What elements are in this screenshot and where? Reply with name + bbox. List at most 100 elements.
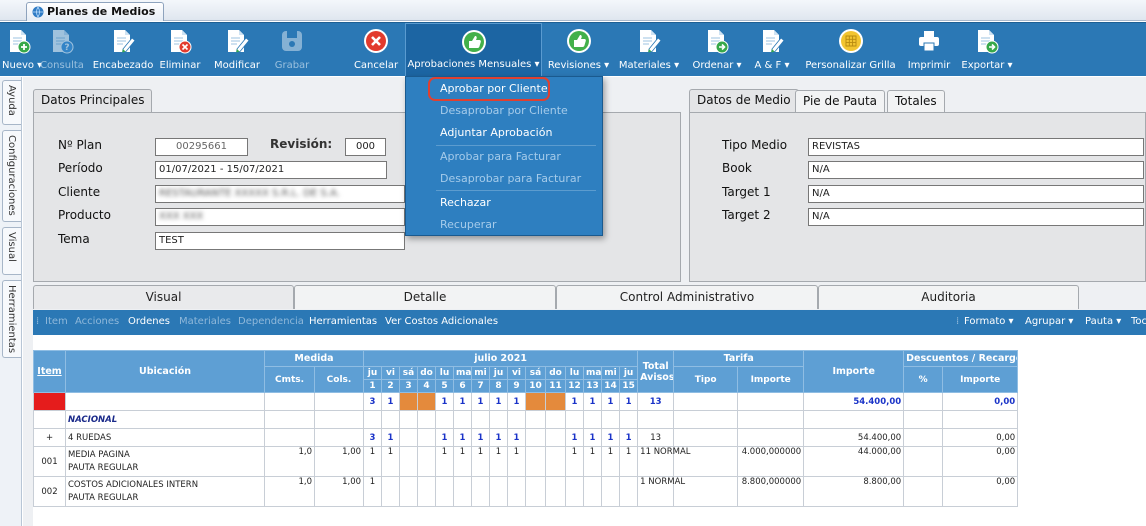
toolbar-formato[interactable]: Formato ▾ <box>964 316 1014 327</box>
day-cell: 1 <box>601 428 621 447</box>
side-tab-configuraciones[interactable]: Configuraciones <box>2 130 21 222</box>
col-header-item[interactable]: Item <box>33 350 66 393</box>
ribbon-button-revisiones[interactable]: Revisiones ▾ <box>545 23 612 77</box>
tab-datos-de-medio[interactable]: Datos de Medio <box>689 89 799 113</box>
tab-visual[interactable]: Visual <box>33 285 294 309</box>
day-cell: 3 <box>363 428 383 447</box>
day-cell: 1 <box>363 476 383 507</box>
cliente-field[interactable]: RESTAURANTE XXXXX S.R.L. DE S.A. <box>155 185 405 203</box>
query-doc-icon: ? <box>49 28 75 54</box>
importe-cell: 54.400,00 <box>803 428 905 447</box>
tarifa-cell: 8.800,000000 <box>737 476 805 507</box>
avisos-cell: 13 <box>637 428 675 447</box>
toolbar-ver-costos[interactable]: Ver Costos Adicionales <box>385 316 498 327</box>
day-cell <box>399 446 419 477</box>
app-tab-planes-de-medios[interactable]: Planes de Medios <box>26 2 165 21</box>
ribbon-button-encabezado[interactable]: Encabezado <box>91 23 155 77</box>
day-cell: 1 <box>435 392 455 411</box>
toolbar-item[interactable]: Item <box>45 316 68 327</box>
tab-label: Datos de Medio <box>697 93 791 107</box>
ribbon-button-aprobaciones-mensuales[interactable]: Aprobaciones Mensuales ▾ <box>405 23 542 77</box>
col-header-weekday: mi <box>471 366 491 380</box>
producto-field[interactable]: XXX XXX <box>155 208 405 226</box>
ribbon-button-imprimir[interactable]: Imprimir <box>903 23 955 77</box>
tab-pie-de-pauta[interactable]: Pie de Pauta <box>795 90 886 112</box>
ribbon-button-label: Ordenar ▾ <box>692 60 742 71</box>
table-row[interactable]: 001 MEDIA PAGINA PAUTA REGULAR 1,0 1,00 1 1 1 1 1… <box>33 446 1019 477</box>
export-doc-icon <box>974 28 1000 54</box>
tab-auditoria[interactable]: Auditoria <box>818 285 1079 309</box>
side-tab-ayuda[interactable]: Ayuda <box>2 80 21 125</box>
ribbon-button-modificar[interactable]: Modificar <box>207 23 267 77</box>
toolbar-ordenes[interactable]: Ordenes <box>128 316 170 327</box>
periodo-label: Período <box>58 161 103 175</box>
toolbar-herramientas[interactable]: Herramientas <box>309 316 377 327</box>
col-header-tipo: Tipo <box>673 366 739 393</box>
col-header-day: 7 <box>471 379 491 393</box>
tab-control-administrativo[interactable]: Control Administrativo <box>556 285 818 309</box>
menu-item-aprobar-para-facturar[interactable]: Aprobar para Facturar <box>440 150 561 163</box>
table-row[interactable]: 002 COSTOS ADICIONALES INTERN PAUTA REGULA… <box>33 476 1019 507</box>
ribbon-button-cancelar[interactable]: Cancelar <box>353 23 399 77</box>
menu-item-adjuntar-aprobaci-n[interactable]: Adjuntar Aprobación <box>440 126 552 139</box>
ribbon-button-grabar[interactable]: Grabar <box>269 23 315 77</box>
col-header-weekday: ju <box>489 366 509 380</box>
table-row-total[interactable]: 3 1 1 1 1 1 1 1 1 1 1 13 54.400,00 0,00 <box>33 392 1019 411</box>
target2-field[interactable]: N/A <box>808 208 1144 226</box>
tab-detalle[interactable]: Detalle <box>294 285 556 309</box>
ribbon-button-materiales[interactable]: Materiales ▾ <box>614 23 684 77</box>
revision-field[interactable]: 000 <box>345 138 386 156</box>
ribbon-button-eliminar[interactable]: Eliminar <box>155 23 205 77</box>
tab-datos-principales[interactable]: Datos Principales <box>33 89 153 113</box>
plan-number-field[interactable]: 00295661 <box>155 138 248 156</box>
ribbon-button-ordenar[interactable]: Ordenar ▾ <box>688 23 746 77</box>
total-desc-cell: 0,00 <box>942 392 1019 411</box>
tipo-medio-field[interactable]: REVISTAS <box>808 138 1144 156</box>
ribbon-button-a-f[interactable]: A & F ▾ <box>752 23 792 77</box>
day-cell <box>417 476 437 507</box>
ubicacion-line: MEDIA PAGINA <box>68 449 130 460</box>
grid-header-row[interactable]: Item Ubicación Medida julio 2021 Total Avisos… <box>33 350 1019 393</box>
cmts-cell: 1,0 <box>264 476 315 507</box>
side-tab-herramientas[interactable]: Herramientas <box>2 280 21 358</box>
ribbon-button-consulta[interactable]: ? Consulta <box>37 23 87 77</box>
side-tab-label: Configuraciones <box>6 135 17 216</box>
toolbar-agrupar[interactable]: Agrupar ▾ <box>1025 316 1073 327</box>
ribbon-button-personalizar-grilla[interactable]: Personalizar Grilla <box>801 23 900 77</box>
ribbon-button-nuevo[interactable]: Nuevo ▾ <box>2 23 42 77</box>
col-header-weekday: ma <box>583 366 603 380</box>
grip-icon: ⁞ <box>956 316 960 327</box>
side-tab-visual[interactable]: Visual <box>2 227 21 275</box>
grid-icon <box>838 28 864 54</box>
toolbar-toc[interactable]: Toc <box>1131 316 1146 327</box>
table-row-group[interactable]: NACIONAL <box>33 410 1019 429</box>
col-header-tarifa: Tarifa <box>673 350 805 367</box>
toolbar-pauta[interactable]: Pauta ▾ <box>1085 316 1121 327</box>
grid-cell <box>565 410 585 429</box>
menu-item-recuperar[interactable]: Recuperar <box>440 218 496 231</box>
cliente-label: Cliente <box>58 185 101 199</box>
tab-label: Detalle <box>403 290 447 304</box>
expand-icon[interactable]: + <box>33 428 66 447</box>
periodo-field[interactable]: 01/07/2021 - 15/07/2021 <box>155 161 387 179</box>
menu-item-desaprobar-para-facturar[interactable]: Desaprobar para Facturar <box>440 172 581 185</box>
day-cell: 1 <box>565 446 585 477</box>
day-cell: 1 <box>489 428 509 447</box>
col-header-ubicacion[interactable]: Ubicación <box>65 350 265 393</box>
day-cell <box>545 446 567 477</box>
target1-field[interactable]: N/A <box>808 185 1144 203</box>
book-field[interactable]: N/A <box>808 161 1144 179</box>
ribbon-button-label: Imprimir <box>907 60 951 71</box>
table-row-subgroup[interactable]: +4 RUEDAS 3 1 1 1 1 1 1 1 1 1 1 13 54.400,00 0,00 <box>33 428 1019 447</box>
side-tab-label: Herramientas <box>6 285 17 354</box>
toolbar-dependencia[interactable]: Dependencia <box>238 316 304 327</box>
toolbar-materiales[interactable]: Materiales <box>179 316 231 327</box>
menu-item-rechazar[interactable]: Rechazar <box>440 196 491 209</box>
ribbon-button-exportar[interactable]: Exportar ▾ <box>955 23 1019 77</box>
tab-totales[interactable]: Totales <box>887 90 945 112</box>
tema-field[interactable]: TEST <box>155 232 405 250</box>
menu-item-desaprobar-por-cliente[interactable]: Desaprobar por Cliente <box>440 104 568 117</box>
grid-cell <box>313 410 365 429</box>
col-header-cmts: Cmts. <box>264 366 315 393</box>
toolbar-acciones[interactable]: Acciones <box>75 316 119 327</box>
